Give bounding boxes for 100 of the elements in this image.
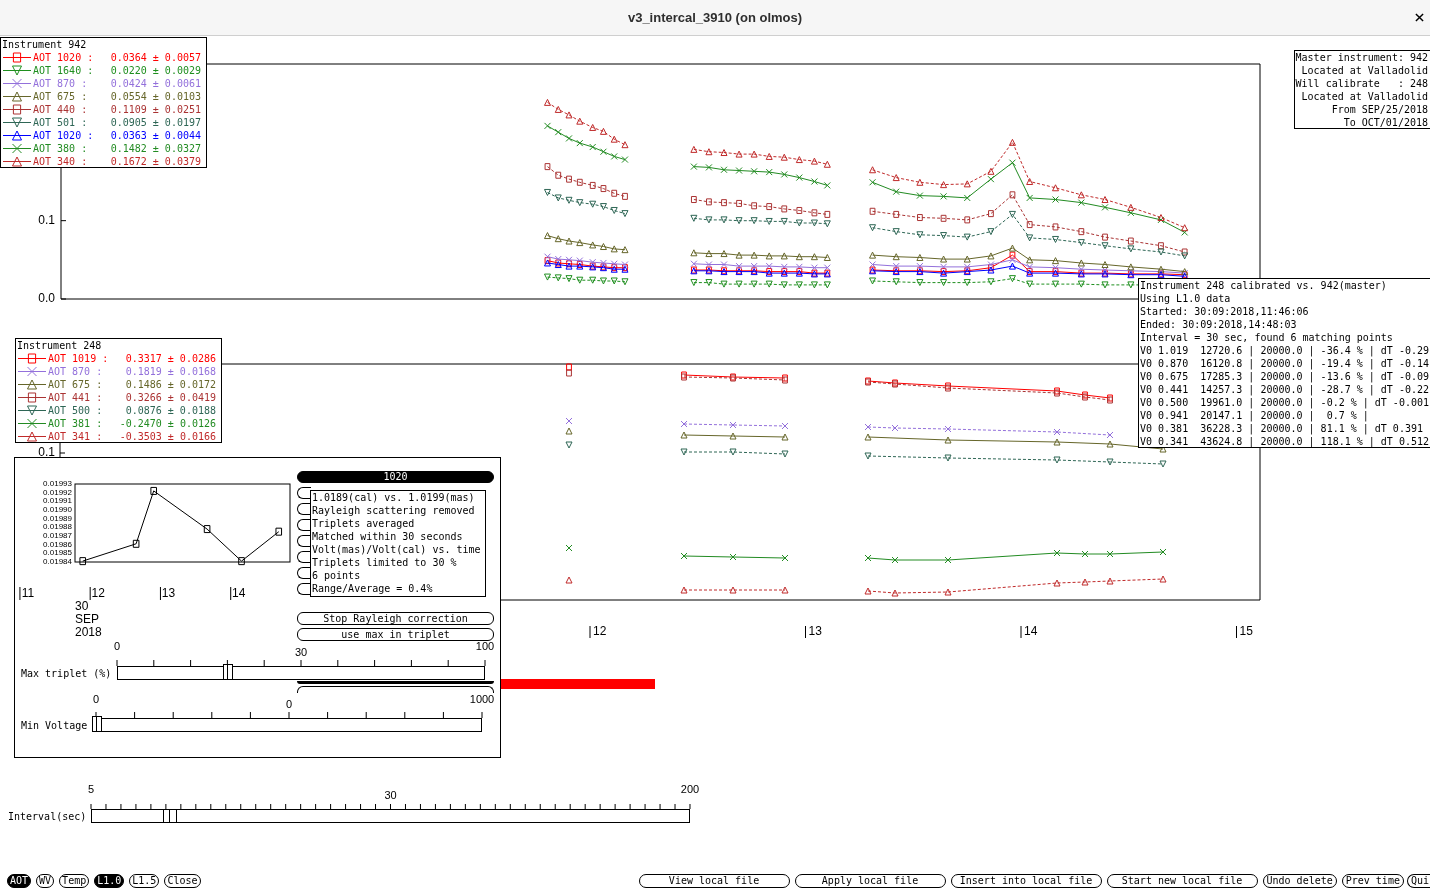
option-button[interactable]: Stop Rayleigh correction <box>297 612 494 625</box>
legend-label: AOT 381 : <box>48 417 103 430</box>
mode-button[interactable]: Close <box>164 874 201 888</box>
tooltip-line: 1.0189(cal) vs. 1.0199(mas) <box>312 491 475 504</box>
tooltip-line: 6 points <box>312 569 361 582</box>
scale-label: 5 <box>87 783 95 795</box>
legend-label: AOT 441 : <box>48 391 103 404</box>
legend-value: 0.3317 ± 0.0286 <box>125 352 217 365</box>
axis-tick-label: 12 <box>91 586 105 601</box>
axis-tick-label: 15 <box>1239 624 1253 639</box>
slider-thumb[interactable] <box>162 809 177 823</box>
slider-thumb[interactable] <box>222 664 233 680</box>
legend-value: -0.2470 ± 0.0126 <box>119 417 217 430</box>
point <box>203 525 211 534</box>
scale-label: 0 <box>92 693 100 705</box>
mode-button[interactable]: L1.5 <box>129 874 160 888</box>
file-button[interactable]: View local file <box>638 874 790 888</box>
axis-tick-label: 0.01989 <box>43 513 72 523</box>
legend-value: 0.1109 ± 0.0251 <box>110 103 202 116</box>
file-button[interactable]: Start new local file <box>1106 874 1258 888</box>
info-line: Master instrument: 942 <box>1295 51 1428 64</box>
info-line: V0 0.870 16120.8 | 20000.0 | -19.4 % | dT -0.14 <box>1140 357 1429 370</box>
legend-value: 0.1819 ± 0.0168 <box>125 365 217 378</box>
band-button[interactable] <box>297 487 311 499</box>
info-line: V0 0.675 17285.3 | 20000.0 | -13.6 % | dT -0.09 <box>1140 370 1429 383</box>
slider-track[interactable] <box>91 809 690 823</box>
axis-tick-label: 0.0 <box>38 291 55 306</box>
band-button[interactable] <box>297 519 311 531</box>
legend-value: 0.0554 ± 0.0103 <box>110 90 202 103</box>
point <box>79 557 87 566</box>
info-line: Will calibrate : 248 <box>1295 77 1428 90</box>
covered-button[interactable] <box>297 686 494 693</box>
scale-label: 100 <box>475 640 495 652</box>
action-button[interactable]: Undo delete <box>1262 874 1337 888</box>
tooltip-line: Triplets limited to 30 % <box>312 556 457 569</box>
band-button[interactable] <box>297 551 311 563</box>
date-label: 2018 <box>75 625 102 640</box>
scale-label: 0 <box>113 640 121 652</box>
legend-label: AOT 440 : <box>33 103 88 116</box>
info-line: Interval = 30 sec, found 6 matching points <box>1140 331 1393 344</box>
tooltip-line: Range/Average = 0.4% <box>312 582 433 595</box>
legend-title: Instrument 942 <box>2 38 87 51</box>
legend-label: AOT 675 : <box>33 90 88 103</box>
file-button[interactable]: Insert into local file <box>950 874 1102 888</box>
mode-button[interactable]: AOT <box>7 874 32 888</box>
axis-tick-label: 0.01987 <box>43 531 72 541</box>
band-button[interactable] <box>297 583 311 595</box>
legend-label: AOT 1640 : <box>33 64 94 77</box>
legend-label: AOT 500 : <box>48 404 103 417</box>
legend-label: AOT 870 : <box>48 365 103 378</box>
mode-button[interactable]: WV <box>36 874 55 888</box>
mode-button[interactable]: L1.0 <box>94 874 125 888</box>
axis-tick-label: 13 <box>808 624 822 639</box>
legend-value: 0.0220 ± 0.0029 <box>110 64 202 77</box>
band-button[interactable]: 1020 <box>297 471 494 483</box>
axis-tick-label: 14 <box>232 586 246 601</box>
slider-label: Min Voltage <box>21 719 88 731</box>
window-title: v3_intercal_3910 (on olmos) <box>627 10 803 25</box>
slider-label: Max triplet (%) <box>21 667 112 679</box>
axis-tick-label: 14 <box>1024 624 1038 639</box>
axis-tick-label: 0.01988 <box>43 522 72 532</box>
legend-label: AOT 1020 : <box>33 51 94 64</box>
axis-tick-label: 0.01985 <box>43 548 72 558</box>
scale-label: 200 <box>680 783 700 795</box>
info-line: Ended: 30:09:2018,14:48:03 <box>1140 318 1297 331</box>
axis-tick-label: 12 <box>593 624 607 639</box>
band-button[interactable] <box>297 567 311 579</box>
tooltip-line: Volt(mas)/Volt(cal) vs. time <box>312 543 481 556</box>
axis-tick-label: 0.1 <box>38 212 55 227</box>
info-line: V0 0.381 36228.3 | 20000.0 | 81.1 % | dT 0.391 <box>1140 422 1423 435</box>
legend-label: AOT 340 : <box>33 155 88 168</box>
action-button[interactable]: Prev time <box>1341 874 1404 888</box>
date-label: SEP <box>75 612 99 627</box>
axis-tick-label: 0.01990 <box>43 505 72 515</box>
axis-tick-label: 0.1 <box>38 445 55 460</box>
info-line: Started: 30:09:2018,11:46:06 <box>1140 305 1309 318</box>
option-button[interactable]: use max in triplet <box>297 628 494 641</box>
info-line: V0 1.019 12720.6 | 20000.0 | -36.4 % | dT -0.29 <box>1140 344 1429 357</box>
point <box>275 527 283 536</box>
slider-value: 0 <box>285 698 293 710</box>
slider-thumb[interactable] <box>92 716 102 732</box>
hour-label: 11 <box>21 586 35 601</box>
scale-label: 1000 <box>469 693 495 705</box>
slider-label: Interval(sec) <box>8 810 87 822</box>
file-button[interactable]: Apply local file <box>794 874 946 888</box>
info-line: Located at Valladolid <box>1301 64 1428 77</box>
band-button[interactable] <box>297 535 311 547</box>
legend-value: -0.3503 ± 0.0166 <box>119 430 217 443</box>
legend-label: AOT 1020 : <box>33 129 94 142</box>
slider-track[interactable] <box>117 666 485 680</box>
legend-title: Instrument 248 <box>17 339 102 352</box>
tooltip-line: Rayleigh scattering removed <box>312 504 475 517</box>
mode-button[interactable]: Temp <box>59 874 90 888</box>
action-button[interactable]: Qui <box>1406 874 1430 888</box>
legend-value: 0.0363 ± 0.0044 <box>110 129 202 142</box>
band-button[interactable] <box>297 503 311 515</box>
close-icon[interactable] <box>1415 13 1424 22</box>
legend-value: 0.1482 ± 0.0327 <box>110 142 202 155</box>
legend-label: AOT 501 : <box>33 116 88 129</box>
info-line: V0 0.500 19961.0 | 20000.0 | -0.2 % | dT -0.001 <box>1140 396 1429 409</box>
